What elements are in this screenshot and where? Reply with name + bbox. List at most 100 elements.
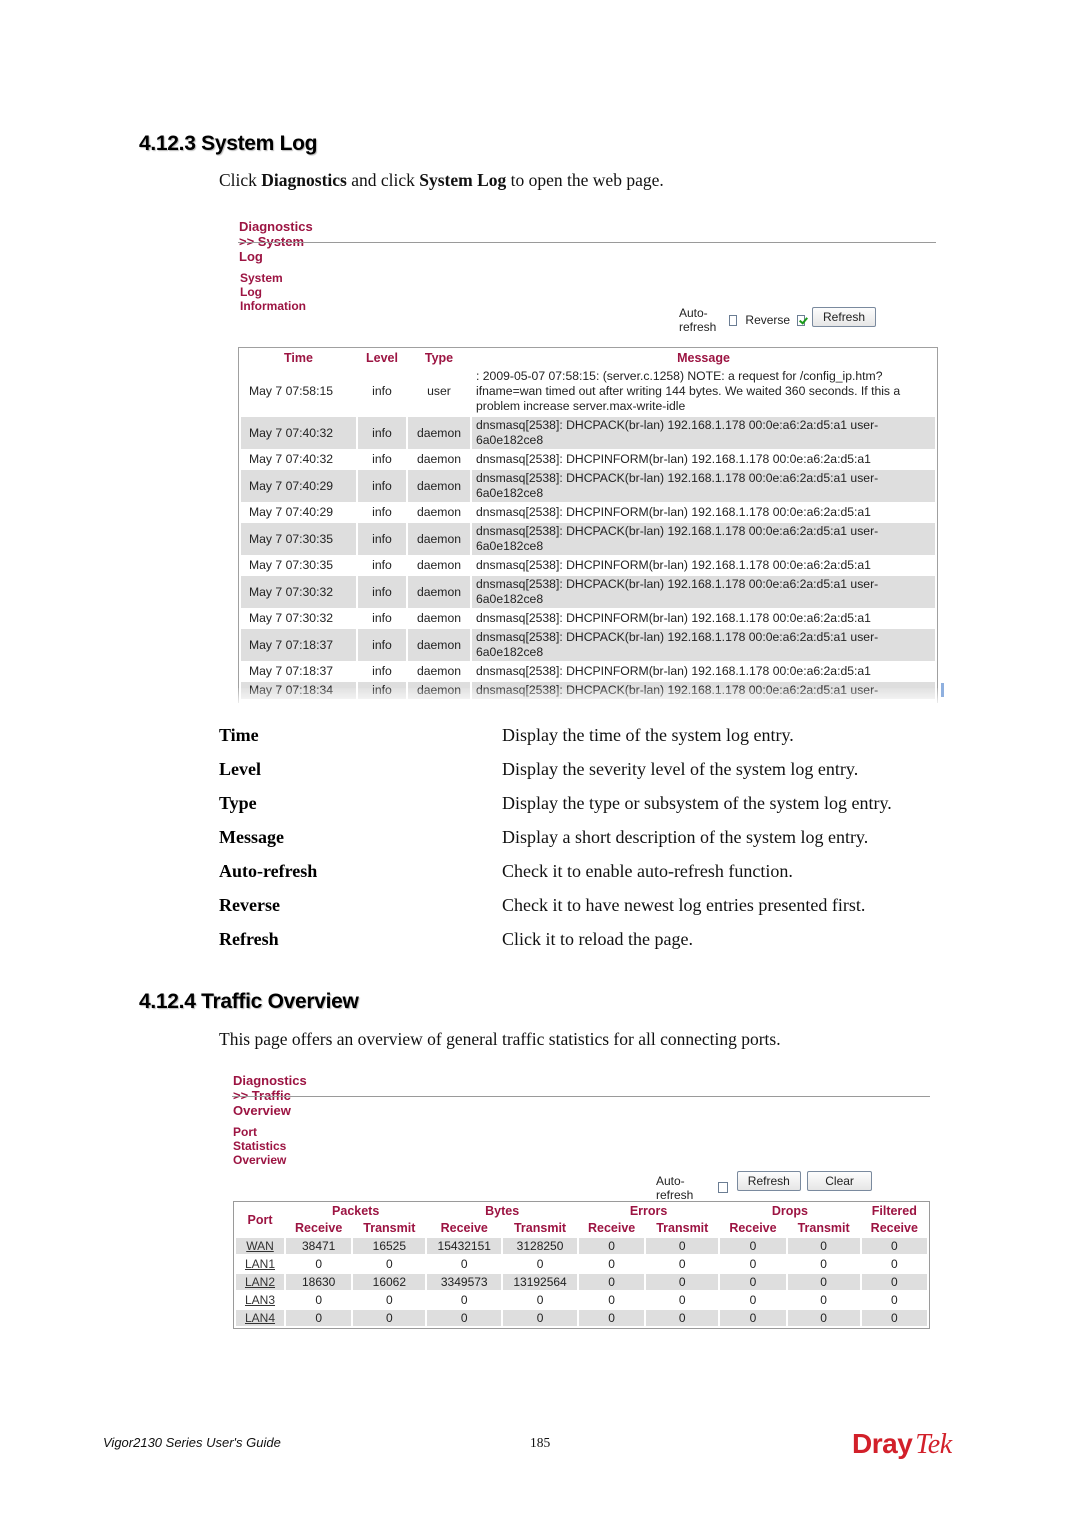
section-heading-traffic-overview: 4.12.4 Traffic Overview [139, 990, 359, 1013]
stat-cell: 0 [678, 1257, 686, 1271]
port-row: LAN3 0 0 0 0 0 0 0 0 0 [236, 1292, 927, 1308]
col-level: Level [366, 351, 398, 365]
log-cell-type: user [427, 384, 451, 398]
stat-cell: 18630 [286, 1274, 352, 1290]
port-link[interactable]: LAN2 [236, 1274, 284, 1290]
intro-bold-diagnostics: Diagnostics [261, 170, 347, 190]
log-cell-type: daemon [416, 558, 462, 572]
log-cell-type: daemon [416, 611, 462, 625]
definition-description: Display the severity level of the system… [502, 758, 859, 779]
port-link[interactable]: LAN3 [236, 1292, 284, 1308]
sub-header-receive: Receive [729, 1221, 777, 1235]
port-link[interactable]: WAN [236, 1238, 284, 1254]
definition-row: Type Display the type or subsystem of the… [219, 786, 892, 820]
stat-cell: 0 [578, 1274, 645, 1290]
log-cell-level: info [372, 611, 392, 625]
log-row: May 7 07:40:29 info daemon dnsmasq[2538]: D… [241, 504, 935, 521]
port-link[interactable]: LAN4 [236, 1310, 284, 1326]
definition-term: Level [219, 758, 261, 779]
definition-term: Type [219, 792, 257, 813]
logo-part-dray: Dray [852, 1428, 913, 1459]
definition-description: Check it to have newest log entries pres… [502, 894, 866, 915]
log-cell-time: May 7 07:30:35 [241, 523, 356, 555]
stat-cell: 0 [861, 1274, 927, 1290]
sub-header-transmit: Transmit [363, 1221, 416, 1235]
stat-cell: 0 [720, 1310, 786, 1326]
system-log-table-container[interactable]: Time Level Type Message May 7 07:58:15 in… [238, 347, 938, 703]
field-definitions: Time Display the time of the system log e… [219, 718, 892, 956]
divider [238, 242, 936, 243]
auto-refresh-checkbox[interactable] [729, 314, 738, 326]
log-cell-level: info [358, 576, 406, 608]
stat-cell: 3128250 [503, 1238, 577, 1254]
log-cell-message: dnsmasq[2538]: DHCPACK(br-lan) 192.168.1… [472, 523, 935, 555]
col-message: Message [677, 351, 730, 365]
auto-refresh-checkbox[interactable] [718, 1181, 728, 1193]
log-cell-time: May 7 07:40:32 [249, 452, 334, 466]
log-header-row: Time Level Type Message [241, 350, 935, 366]
log-row: May 7 07:30:35 info daemon dnsmasq[2538]: D… [241, 523, 935, 555]
log-cell-level: info [372, 452, 392, 466]
stat-cell: 0 [460, 1293, 468, 1307]
log-cell-message: dnsmasq[2538]: DHCPACK(br-lan) 192.168.1… [472, 629, 935, 661]
stat-cell: 0 [861, 1238, 927, 1254]
scrollbar-thumb[interactable] [941, 683, 944, 697]
col-group-filtered: Filtered [871, 1204, 917, 1218]
divider [232, 1096, 930, 1097]
stat-cell: 0 [787, 1274, 860, 1290]
reverse-checkbox[interactable] [797, 314, 806, 326]
stat-cell: 0 [315, 1257, 322, 1271]
stat-cell: 0 [820, 1293, 827, 1307]
sub-header-transmit: Transmit [513, 1221, 567, 1235]
stat-cell: 0 [646, 1238, 719, 1254]
port-link[interactable]: LAN1 [236, 1256, 284, 1272]
log-cell-level: info [358, 417, 406, 449]
traffic-controls: Auto-refresh Refresh Clear [656, 1160, 873, 1202]
stat-cell: 16062 [353, 1274, 426, 1290]
sub-header-transmit: Transmit [656, 1221, 709, 1235]
log-cell-type: daemon [416, 664, 462, 678]
clear-button[interactable]: Clear [806, 1171, 873, 1191]
log-cell-message: dnsmasq[2538]: DHCPACK(br-lan) 192.168.1… [472, 470, 935, 502]
definition-row: Level Display the severity level of the s… [219, 752, 892, 786]
stat-cell: 0 [608, 1293, 615, 1307]
stat-cell: 16525 [353, 1238, 426, 1254]
log-cell-message: dnsmasq[2538]: DHCPINFORM(br-lan) 192.16… [476, 611, 871, 625]
stat-cell: 3349573 [427, 1274, 502, 1290]
scroll-fade [238, 688, 943, 706]
definition-term: Message [219, 826, 284, 847]
log-cell-message: : 2009-05-07 07:58:15: (server.c.1258) N… [476, 369, 901, 413]
col-type: Type [424, 351, 454, 365]
log-cell-level: info [372, 384, 392, 398]
stat-cell: 0 [787, 1310, 860, 1326]
port-row: LAN2 18630 16062 3349573 13192564 0 0 0 0 0 [236, 1274, 927, 1290]
stat-cell: 0 [427, 1310, 502, 1326]
stat-cell: 0 [503, 1310, 577, 1326]
definition-term: Auto-refresh [219, 860, 318, 881]
log-cell-message: dnsmasq[2538]: DHCPINFORM(br-lan) 192.16… [476, 505, 871, 519]
log-row: May 7 07:18:37 info daemon dnsmasq[2538]: D… [241, 663, 935, 680]
col-time: Time [284, 351, 313, 365]
refresh-button[interactable]: Refresh [736, 1171, 801, 1191]
stat-cell: 38471 [286, 1238, 352, 1254]
log-cell-time: May 7 07:40:29 [241, 470, 356, 502]
auto-refresh-label: Auto-refresh [679, 306, 717, 334]
definition-description: Display the type or subsystem of the sys… [502, 792, 892, 813]
log-cell-level: info [358, 470, 406, 502]
log-cell-time: May 7 07:30:35 [249, 558, 334, 572]
stat-cell: 0 [749, 1257, 757, 1271]
reverse-label: Reverse [745, 313, 791, 327]
definition-row: Reverse Check it to have newest log entri… [219, 888, 892, 922]
log-cell-type: daemon [408, 576, 470, 608]
log-cell-type: daemon [408, 417, 470, 449]
refresh-button[interactable]: Refresh [812, 307, 877, 327]
sub-header-row: Receive Transmit Receive Transmit Receive Tra… [236, 1221, 927, 1236]
port-statistics-table-container: Port Packets Bytes Errors Drops Filtered… [233, 1201, 930, 1329]
stat-cell: 0 [646, 1274, 719, 1290]
definition-description: Click it to reload the page. [502, 928, 693, 949]
stat-cell: 0 [720, 1274, 786, 1290]
port-row: LAN1 0 0 0 0 0 0 0 0 0 [236, 1256, 927, 1272]
footer-guide-title: Vigor2130 Series User's Guide [103, 1435, 281, 1450]
stat-cell: 0 [720, 1238, 786, 1254]
log-cell-type: daemon [408, 629, 470, 661]
